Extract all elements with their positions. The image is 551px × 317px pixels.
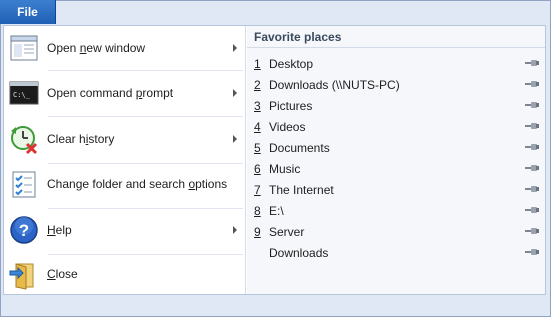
command-prompt-icon: C:\_ bbox=[8, 77, 40, 109]
close-label: Close bbox=[47, 267, 78, 281]
pin-icon[interactable] bbox=[525, 60, 539, 66]
submenu-arrow-icon bbox=[233, 89, 237, 97]
favorite-label: Desktop bbox=[269, 56, 314, 71]
submenu-arrow-icon bbox=[233, 135, 237, 143]
favorite-label: The Internet bbox=[269, 182, 334, 197]
favorite-item[interactable]: 7 The Internet bbox=[247, 179, 545, 200]
help-item[interactable]: ? Help bbox=[4, 208, 245, 252]
favorite-number: 2 bbox=[254, 77, 261, 92]
pin-icon[interactable] bbox=[525, 165, 539, 171]
favorite-item[interactable]: Downloads bbox=[247, 242, 545, 263]
pin-icon[interactable] bbox=[525, 228, 539, 234]
clear-history-item[interactable]: Clear history bbox=[4, 117, 245, 161]
file-tab-label: File bbox=[17, 5, 38, 19]
favorite-number: 9 bbox=[254, 224, 261, 239]
pin-icon[interactable] bbox=[525, 186, 539, 192]
help-icon: ? bbox=[8, 214, 40, 246]
favorite-item[interactable]: 3 Pictures bbox=[247, 95, 545, 116]
clear-history-label: Clear history bbox=[47, 132, 115, 146]
favorite-number: 8 bbox=[254, 203, 261, 218]
favorite-label: Downloads bbox=[269, 245, 329, 260]
submenu-arrow-icon bbox=[233, 44, 237, 52]
favorite-label: E:\ bbox=[269, 203, 284, 218]
options-checklist-icon bbox=[8, 168, 40, 200]
favorite-label: Documents bbox=[269, 140, 330, 155]
open-new-window-label: Open new window bbox=[47, 41, 146, 55]
pin-icon[interactable] bbox=[525, 102, 539, 108]
close-item[interactable]: Close bbox=[4, 252, 245, 296]
window-icon bbox=[8, 32, 40, 64]
svg-text:C:\_: C:\_ bbox=[13, 91, 31, 99]
favorite-places-header: Favorite places bbox=[247, 26, 545, 48]
command-list: Open new window C:\_ Open command prompt bbox=[4, 26, 246, 294]
change-folder-options-label: Change folder and search options bbox=[47, 177, 228, 191]
submenu-arrow-icon bbox=[233, 226, 237, 234]
help-label: Help bbox=[47, 223, 72, 237]
svg-text:?: ? bbox=[19, 221, 29, 240]
menu-footer-bar bbox=[3, 296, 546, 313]
open-new-window-item[interactable]: Open new window bbox=[4, 26, 245, 70]
favorite-item[interactable]: 5 Documents bbox=[247, 137, 545, 158]
favorite-item[interactable]: 6 Music bbox=[247, 158, 545, 179]
close-door-icon bbox=[8, 258, 40, 290]
favorite-item[interactable]: 2 Downloads (\\NUTS-PC) bbox=[247, 74, 545, 95]
change-folder-options-item[interactable]: Change folder and search options bbox=[4, 162, 245, 206]
favorite-item[interactable]: 1 Desktop bbox=[247, 53, 545, 74]
favorite-label: Server bbox=[269, 224, 305, 239]
favorite-label: Music bbox=[269, 161, 301, 176]
open-command-prompt-label: Open command prompt bbox=[47, 86, 174, 100]
file-tab[interactable]: File bbox=[0, 0, 56, 24]
file-menu-panel: Open new window C:\_ Open command prompt bbox=[3, 25, 546, 295]
pin-icon[interactable] bbox=[525, 207, 539, 213]
favorite-number: 4 bbox=[254, 119, 261, 134]
favorite-places-panel: Favorite places 1 Desktop 2 Downloads (\… bbox=[247, 26, 545, 294]
pin-icon[interactable] bbox=[525, 81, 539, 87]
favorite-number: 3 bbox=[254, 98, 261, 113]
favorite-number: 1 bbox=[254, 56, 261, 71]
favorite-item[interactable]: 4 Videos bbox=[247, 116, 545, 137]
pin-icon[interactable] bbox=[525, 249, 539, 255]
favorite-item[interactable]: 8 E:\ bbox=[247, 200, 545, 221]
favorite-label: Pictures bbox=[269, 98, 313, 113]
favorite-item[interactable]: 9 Server bbox=[247, 221, 545, 242]
open-command-prompt-item[interactable]: C:\_ Open command prompt bbox=[4, 71, 245, 115]
pin-icon[interactable] bbox=[525, 144, 539, 150]
favorite-number: 6 bbox=[254, 161, 261, 176]
favorite-number: 5 bbox=[254, 140, 261, 155]
favorite-label: Videos bbox=[269, 119, 306, 134]
favorite-label: Downloads (\\NUTS-PC) bbox=[269, 77, 400, 92]
pin-icon[interactable] bbox=[525, 123, 539, 129]
clear-history-icon bbox=[8, 123, 40, 155]
favorite-number: 7 bbox=[254, 182, 261, 197]
